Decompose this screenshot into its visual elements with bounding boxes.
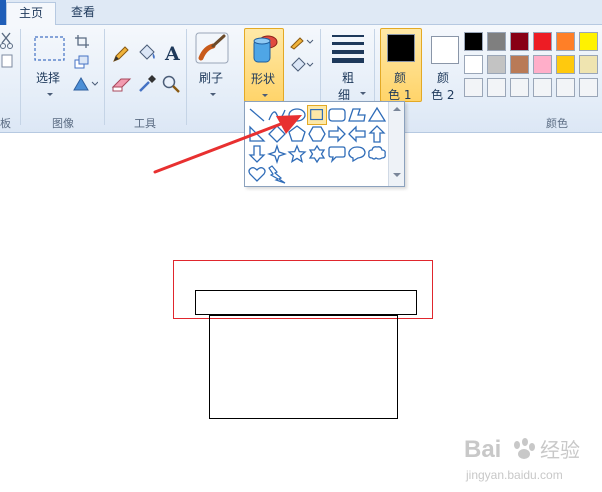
svg-text:A: A [164,43,180,64]
color-picker-icon[interactable] [137,74,157,94]
rounded-rectangle-shape-icon[interactable] [327,105,347,125]
palette-color-light-yellow[interactable] [579,55,598,74]
palette-color-empty[interactable] [464,78,483,97]
color1-swatch [387,34,415,62]
resize-icon[interactable] [74,55,90,69]
baidu-paw-logo: Bai 经验 jingyan.baidu.com [464,436,580,482]
right-arrow-shape-icon[interactable] [327,124,347,144]
shapes-icon [253,35,278,63]
rounded-callout-shape-icon[interactable] [327,144,347,164]
svg-text:经验: 经验 [540,438,580,462]
size-dropdown-arrow[interactable] [360,92,366,95]
palette-color-empty[interactable] [533,78,552,97]
text-icon[interactable]: A [162,42,182,64]
tab-view[interactable]: 查看 [60,2,106,25]
palette-color-empty[interactable] [556,78,575,97]
fill-bucket-icon[interactable] [136,43,158,63]
group-label-image: 图像 [52,117,74,130]
palette-color-orange[interactable] [556,32,575,51]
palette-color-dark-red[interactable] [510,32,529,51]
oval-callout-shape-icon[interactable] [347,144,367,164]
brush-button-label[interactable]: 刷子 [199,69,223,86]
shapes-button[interactable]: 形状 [244,28,284,102]
up-arrow-shape-icon[interactable] [367,124,387,144]
outline-icon[interactable] [289,34,315,50]
color1-label-line1: 颜 [394,71,407,85]
palette-color-rose[interactable] [533,55,552,74]
group-label-clipboard: 板 [0,117,11,130]
drawn-rectangle-bottom [209,315,398,419]
tab-home[interactable]: 主页 [6,2,56,25]
svg-text:Bai: Bai [464,436,501,463]
rotate-icon[interactable] [72,76,98,92]
size-button-label-line1[interactable]: 粗 [342,69,354,86]
palette-color-empty[interactable] [510,78,529,97]
rectangle-shape-icon[interactable] [307,105,327,125]
group-separator [104,29,105,125]
hexagon-shape-icon[interactable] [307,124,327,144]
palette-color-gold[interactable] [556,55,575,74]
color2-label-line2[interactable]: 色 2 [431,86,454,103]
palette-color-black[interactable] [464,32,483,51]
gallery-scrollbar[interactable] [388,102,404,186]
brush-dropdown-arrow[interactable] [210,93,216,96]
polygon-shape-icon[interactable] [347,105,367,125]
six-point-star-shape-icon[interactable] [307,144,327,164]
triangle-shape-icon[interactable] [367,105,387,125]
fill-icon[interactable] [289,55,315,73]
cloud-callout-shape-icon[interactable] [367,144,387,164]
cut-icon[interactable] [0,31,14,71]
group-separator [20,29,21,125]
brush-icon[interactable] [195,32,229,64]
select-button-label[interactable]: 选择 [36,69,60,86]
color2-label-line1[interactable]: 颜 [437,69,449,86]
crop-icon[interactable] [74,34,90,48]
annotation-arrow [153,115,302,174]
left-arrow-shape-icon[interactable] [347,124,367,144]
palette-color-empty[interactable] [579,78,598,97]
red-highlight-box [173,260,433,319]
palette-color-red[interactable] [533,32,552,51]
palette-color-white[interactable] [464,55,483,74]
palette-color-brown[interactable] [510,55,529,74]
color1-button[interactable]: 颜 色 1 [380,28,422,102]
size-icon[interactable] [331,33,365,63]
eraser-icon[interactable] [111,75,133,93]
shapes-dropdown-arrow [262,94,268,97]
shapes-button-label: 形状 [251,72,276,86]
select-dropdown-arrow[interactable] [47,93,53,96]
color2-swatch[interactable] [431,36,459,64]
baidu-watermark: Bai 经验 jingyan.baidu.com [462,425,594,487]
palette-color-empty[interactable] [487,78,506,97]
group-label-colors: 颜色 [546,117,568,130]
pencil-icon[interactable] [111,44,131,64]
magnifier-icon[interactable] [161,74,181,94]
scroll-up-icon[interactable] [392,106,402,112]
drawn-rectangle-top [195,290,417,315]
palette-color-gray[interactable] [487,32,506,51]
scroll-down-icon[interactable] [392,172,402,178]
svg-text:jingyan.baidu.com: jingyan.baidu.com [465,468,563,482]
palette-color-yellow[interactable] [579,32,598,51]
select-icon[interactable] [34,36,66,62]
ribbon-tab-bar: 主页 查看 [0,0,602,25]
palette-color-light-gray[interactable] [487,55,506,74]
